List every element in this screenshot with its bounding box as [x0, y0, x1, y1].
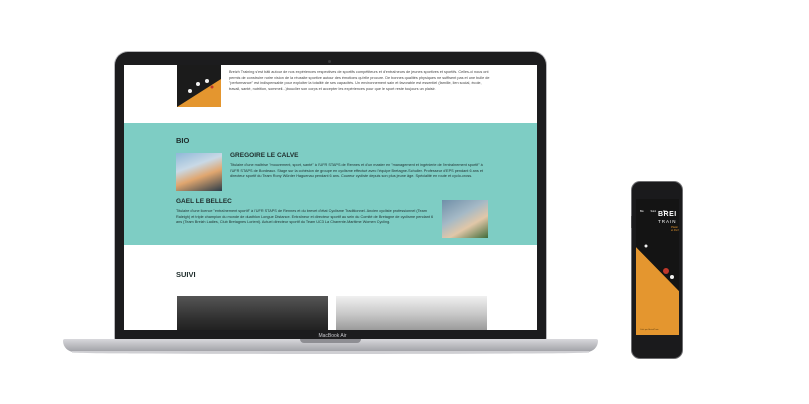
phone-tagline: Plaisir et Perf — [671, 226, 679, 232]
laptop-notch — [300, 339, 361, 343]
gael-description: Titulaire d'une licence "entraînement sp… — [176, 209, 434, 225]
suivi-photo-mountain — [336, 296, 487, 330]
cyclist-logo-image — [177, 65, 221, 107]
suivi-photo-cyclist — [177, 296, 328, 330]
intro-section: Breizh Training s'est bâti autour de nos… — [124, 65, 537, 123]
phone-hero-slope — [636, 239, 679, 335]
gregoire-photo — [176, 153, 222, 191]
bio-section: BIO GREGOIRE LE CALVE Titulaire d'une ma… — [124, 123, 537, 245]
laptop-model-label: MacBook Air — [318, 333, 347, 339]
gregoire-description: Titulaire d'une maîtrise "mouvement, spo… — [230, 163, 483, 179]
gael-photo — [442, 200, 488, 238]
phone-side-button — [631, 216, 632, 228]
phone-screen: Bio Suivi Pro BREI TRAIN Plaisir et Perf… — [636, 199, 679, 335]
gregoire-name: GREGOIRE LE CALVE — [230, 152, 299, 159]
phone-logo-sub: TRAIN — [658, 219, 677, 224]
laptop-foot — [72, 351, 589, 354]
bio-heading: BIO — [176, 136, 190, 145]
intro-paragraph: Breizh Training s'est bâti autour de nos… — [229, 70, 490, 91]
suivi-heading: SUIVI — [176, 270, 196, 279]
phone-nav-suivi[interactable]: Suivi — [650, 210, 656, 213]
suivi-section: SUIVI — [124, 245, 537, 330]
gael-name: GAEL LE BELLEC — [176, 198, 232, 205]
laptop-screen: Breizh Training s'est bâti autour de nos… — [124, 65, 537, 330]
phone-footer: Créé par BreizhTrain — [640, 329, 659, 331]
camera-icon — [328, 60, 331, 63]
phone-nav-bio[interactable]: Bio — [640, 210, 644, 213]
phone-logo-text: BREI — [658, 211, 677, 218]
